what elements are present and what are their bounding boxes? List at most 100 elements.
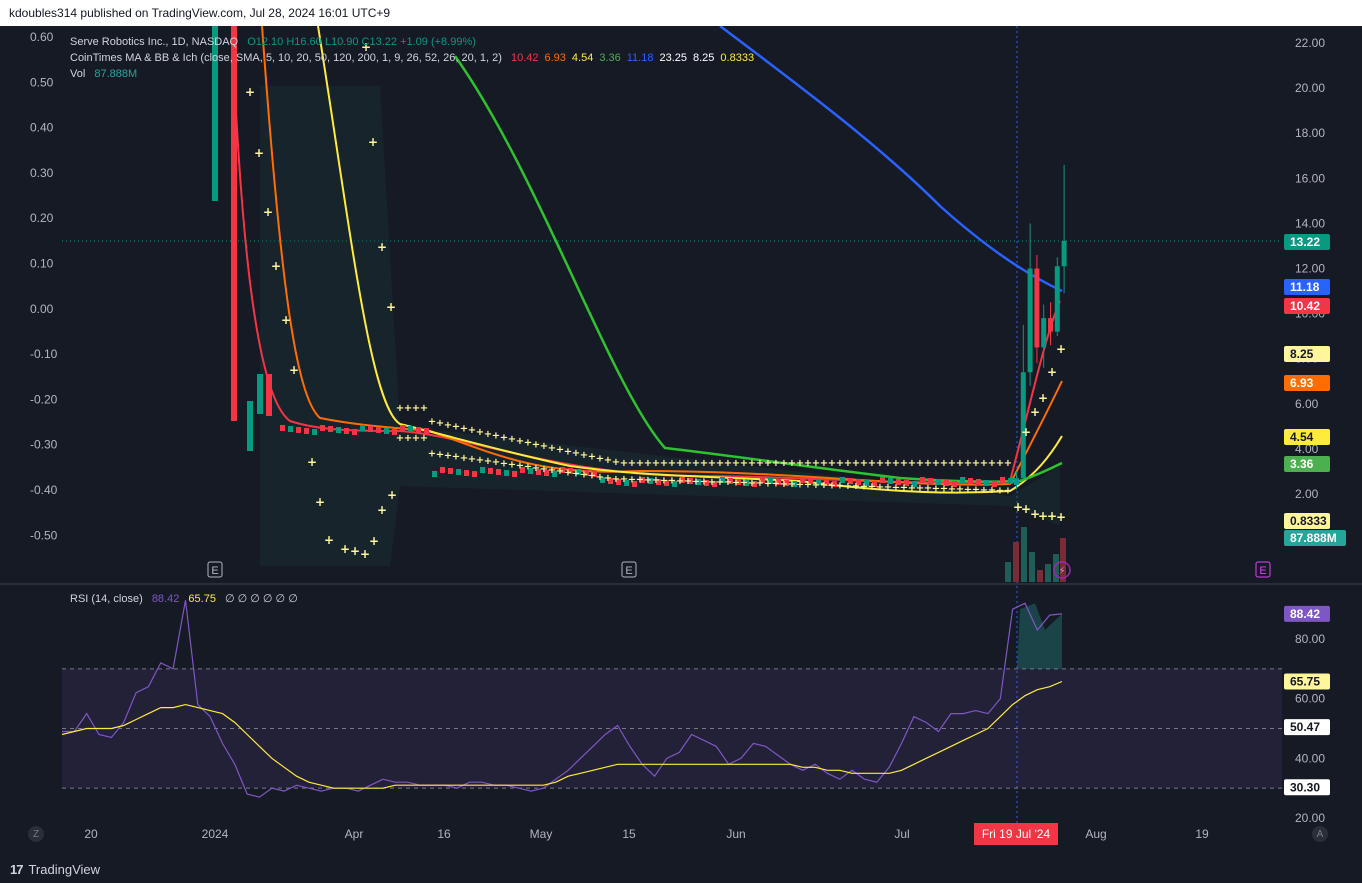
volume-bar (1021, 527, 1027, 582)
candle-flat (408, 426, 413, 432)
ichimoku-plus-marker: + (377, 240, 387, 254)
legend-symbol[interactable]: Serve Robotics Inc., 1D, NASDAQ (70, 36, 238, 48)
price-axis-tick: 16.00 (1295, 171, 1325, 185)
auto-scale-corner-button[interactable]: A (1312, 826, 1328, 842)
left-axis-tick: -0.50 (30, 528, 58, 542)
candle-flat (432, 471, 437, 477)
volume-bar (1013, 542, 1019, 582)
ichimoku-plus-marker: + (271, 259, 281, 273)
rsi-badge-label: 65.75 (1290, 675, 1320, 689)
rsi-axis-tick: 20.00 (1295, 811, 1325, 825)
ma50-line (453, 55, 1063, 483)
recent-candle-body (1034, 268, 1040, 348)
candle-flat (304, 428, 309, 434)
candle-flat (512, 471, 517, 477)
legend-rsi-extra: ∅ ∅ ∅ ∅ ∅ ∅ (225, 593, 298, 605)
left-axis-tick: 0.60 (30, 30, 54, 44)
rsi-badge-label: 50.47 (1290, 720, 1320, 734)
ichimoku-plus-marker: + (324, 533, 334, 547)
earnings-marker-label: E (1259, 565, 1266, 577)
tradingview-logo-icon[interactable]: 17 (10, 862, 24, 877)
price-chart-svg[interactable]: 22.0020.0018.0016.0014.0012.0010.008.006… (0, 26, 1362, 856)
band-plus-lower: + (420, 433, 428, 444)
ichimoku-plus-marker: + (368, 135, 378, 149)
lightning-icon-glyph: ⚡ (1058, 566, 1065, 577)
ichimoku-plus-marker: + (1056, 342, 1066, 356)
candle-flat (376, 427, 381, 433)
candle-flat (960, 477, 965, 483)
time-axis-tick: 16 (437, 827, 451, 841)
recent-candle-body (1054, 266, 1060, 332)
candle-flat (360, 425, 365, 431)
legend-indicator-values: 10.42 6.93 4.54 3.36 11.18 23.25 8.25 0.8333 (511, 52, 760, 64)
legend-vol-label[interactable]: Vol (70, 68, 85, 80)
crosshair-date-label: Fri 19 Jul '24 (982, 827, 1051, 841)
publisher-bar: kdoubles314 published on TradingView.com… (0, 0, 1362, 26)
legend-indicator-value-3: 3.36 (599, 52, 621, 64)
ichimoku-plus-marker: + (386, 300, 396, 314)
left-axis-tick: 0.50 (30, 75, 54, 89)
chart-frame[interactable]: 22.0020.0018.0016.0014.0012.0010.008.006… (0, 26, 1362, 856)
legend-indicator-value-7: 0.8333 (720, 52, 755, 64)
time-axis-tick: Jun (726, 827, 745, 841)
candle-flat (368, 426, 373, 432)
candle-flat (440, 467, 445, 473)
ichimoku-plus-marker: + (281, 313, 291, 327)
ma120-line (719, 26, 1063, 293)
recent-candle-body (1041, 318, 1047, 348)
ichimoku-plus-marker: + (1038, 391, 1048, 405)
price-badge-label: 0.8333 (1290, 514, 1327, 528)
ichimoku-plus-marker: + (245, 85, 255, 99)
price-axis-tick: 18.00 (1295, 126, 1325, 140)
candle-flat (504, 470, 509, 476)
recent-candle-body (1014, 478, 1019, 485)
rsi-axis-tick: 60.00 (1295, 692, 1325, 706)
time-axis-tick: May (530, 827, 553, 841)
volume-bar (1005, 562, 1011, 582)
price-axis-tick: 22.00 (1295, 36, 1325, 50)
legend-rsi-label[interactable]: RSI (14, close) (70, 593, 143, 605)
footer-brand[interactable]: TradingView (28, 862, 100, 877)
candle-flat (1000, 477, 1005, 483)
price-badge-label: 10.42 (1290, 299, 1320, 313)
candle-flat (344, 428, 349, 434)
left-axis-tick: 0.10 (30, 257, 54, 271)
rsi-badge-label: 30.30 (1290, 780, 1320, 794)
left-axis-tick: -0.10 (30, 347, 58, 361)
legend-indicator-value-0: 10.42 (510, 52, 539, 64)
ichimoku-plus-marker: + (377, 503, 387, 517)
candle-flat (472, 471, 477, 477)
left-axis-tick: 0.40 (30, 121, 54, 135)
candle-flat (312, 429, 317, 435)
price-badge-label: 3.36 (1290, 457, 1314, 471)
candle-early-5 (266, 374, 272, 416)
candle-flat (352, 429, 357, 435)
price-badge-label: 87.888M (1290, 531, 1337, 545)
legend-indicator-value-1: 6.93 (544, 52, 566, 64)
time-axis-tick: Jul (894, 827, 909, 841)
candle-flat (296, 427, 301, 433)
ichimoku-plus-marker: + (340, 542, 350, 556)
candle-flat (336, 427, 341, 433)
ichimoku-plus-marker: + (307, 455, 317, 469)
legend-indicator-name[interactable]: CoinTimes MA & BB & Ich (close, SMA, 5, … (70, 52, 502, 64)
legend-indicator-value-4: 11.18 (626, 52, 654, 64)
price-axis-tick: 2.00 (1295, 487, 1319, 501)
legend-volume-line: Vol 87.888M (70, 68, 143, 80)
left-axis-tick: -0.40 (30, 483, 58, 497)
candle-flat (456, 469, 461, 475)
legend-rsi-line: RSI (14, close) 88.42 65.75 ∅ ∅ ∅ ∅ ∅ ∅ (70, 592, 304, 605)
candle-flat (400, 425, 405, 431)
time-axis-tick: 2024 (202, 827, 229, 841)
volume-bar (1037, 570, 1043, 582)
zoom-corner-button[interactable]: Z (28, 826, 44, 842)
ichimoku-plus-marker: + (315, 495, 325, 509)
recent-candle-body (1027, 268, 1033, 373)
earnings-marker-label: E (625, 565, 632, 577)
rsi-badge-label: 88.42 (1290, 607, 1320, 621)
legend-vol-value: 87.888M (94, 68, 138, 80)
price-badge-label: 11.18 (1290, 280, 1320, 294)
ichimoku-plus-marker: + (387, 488, 397, 502)
ichimoku-plus-marker: + (1030, 405, 1040, 419)
candle-flat (480, 467, 485, 473)
